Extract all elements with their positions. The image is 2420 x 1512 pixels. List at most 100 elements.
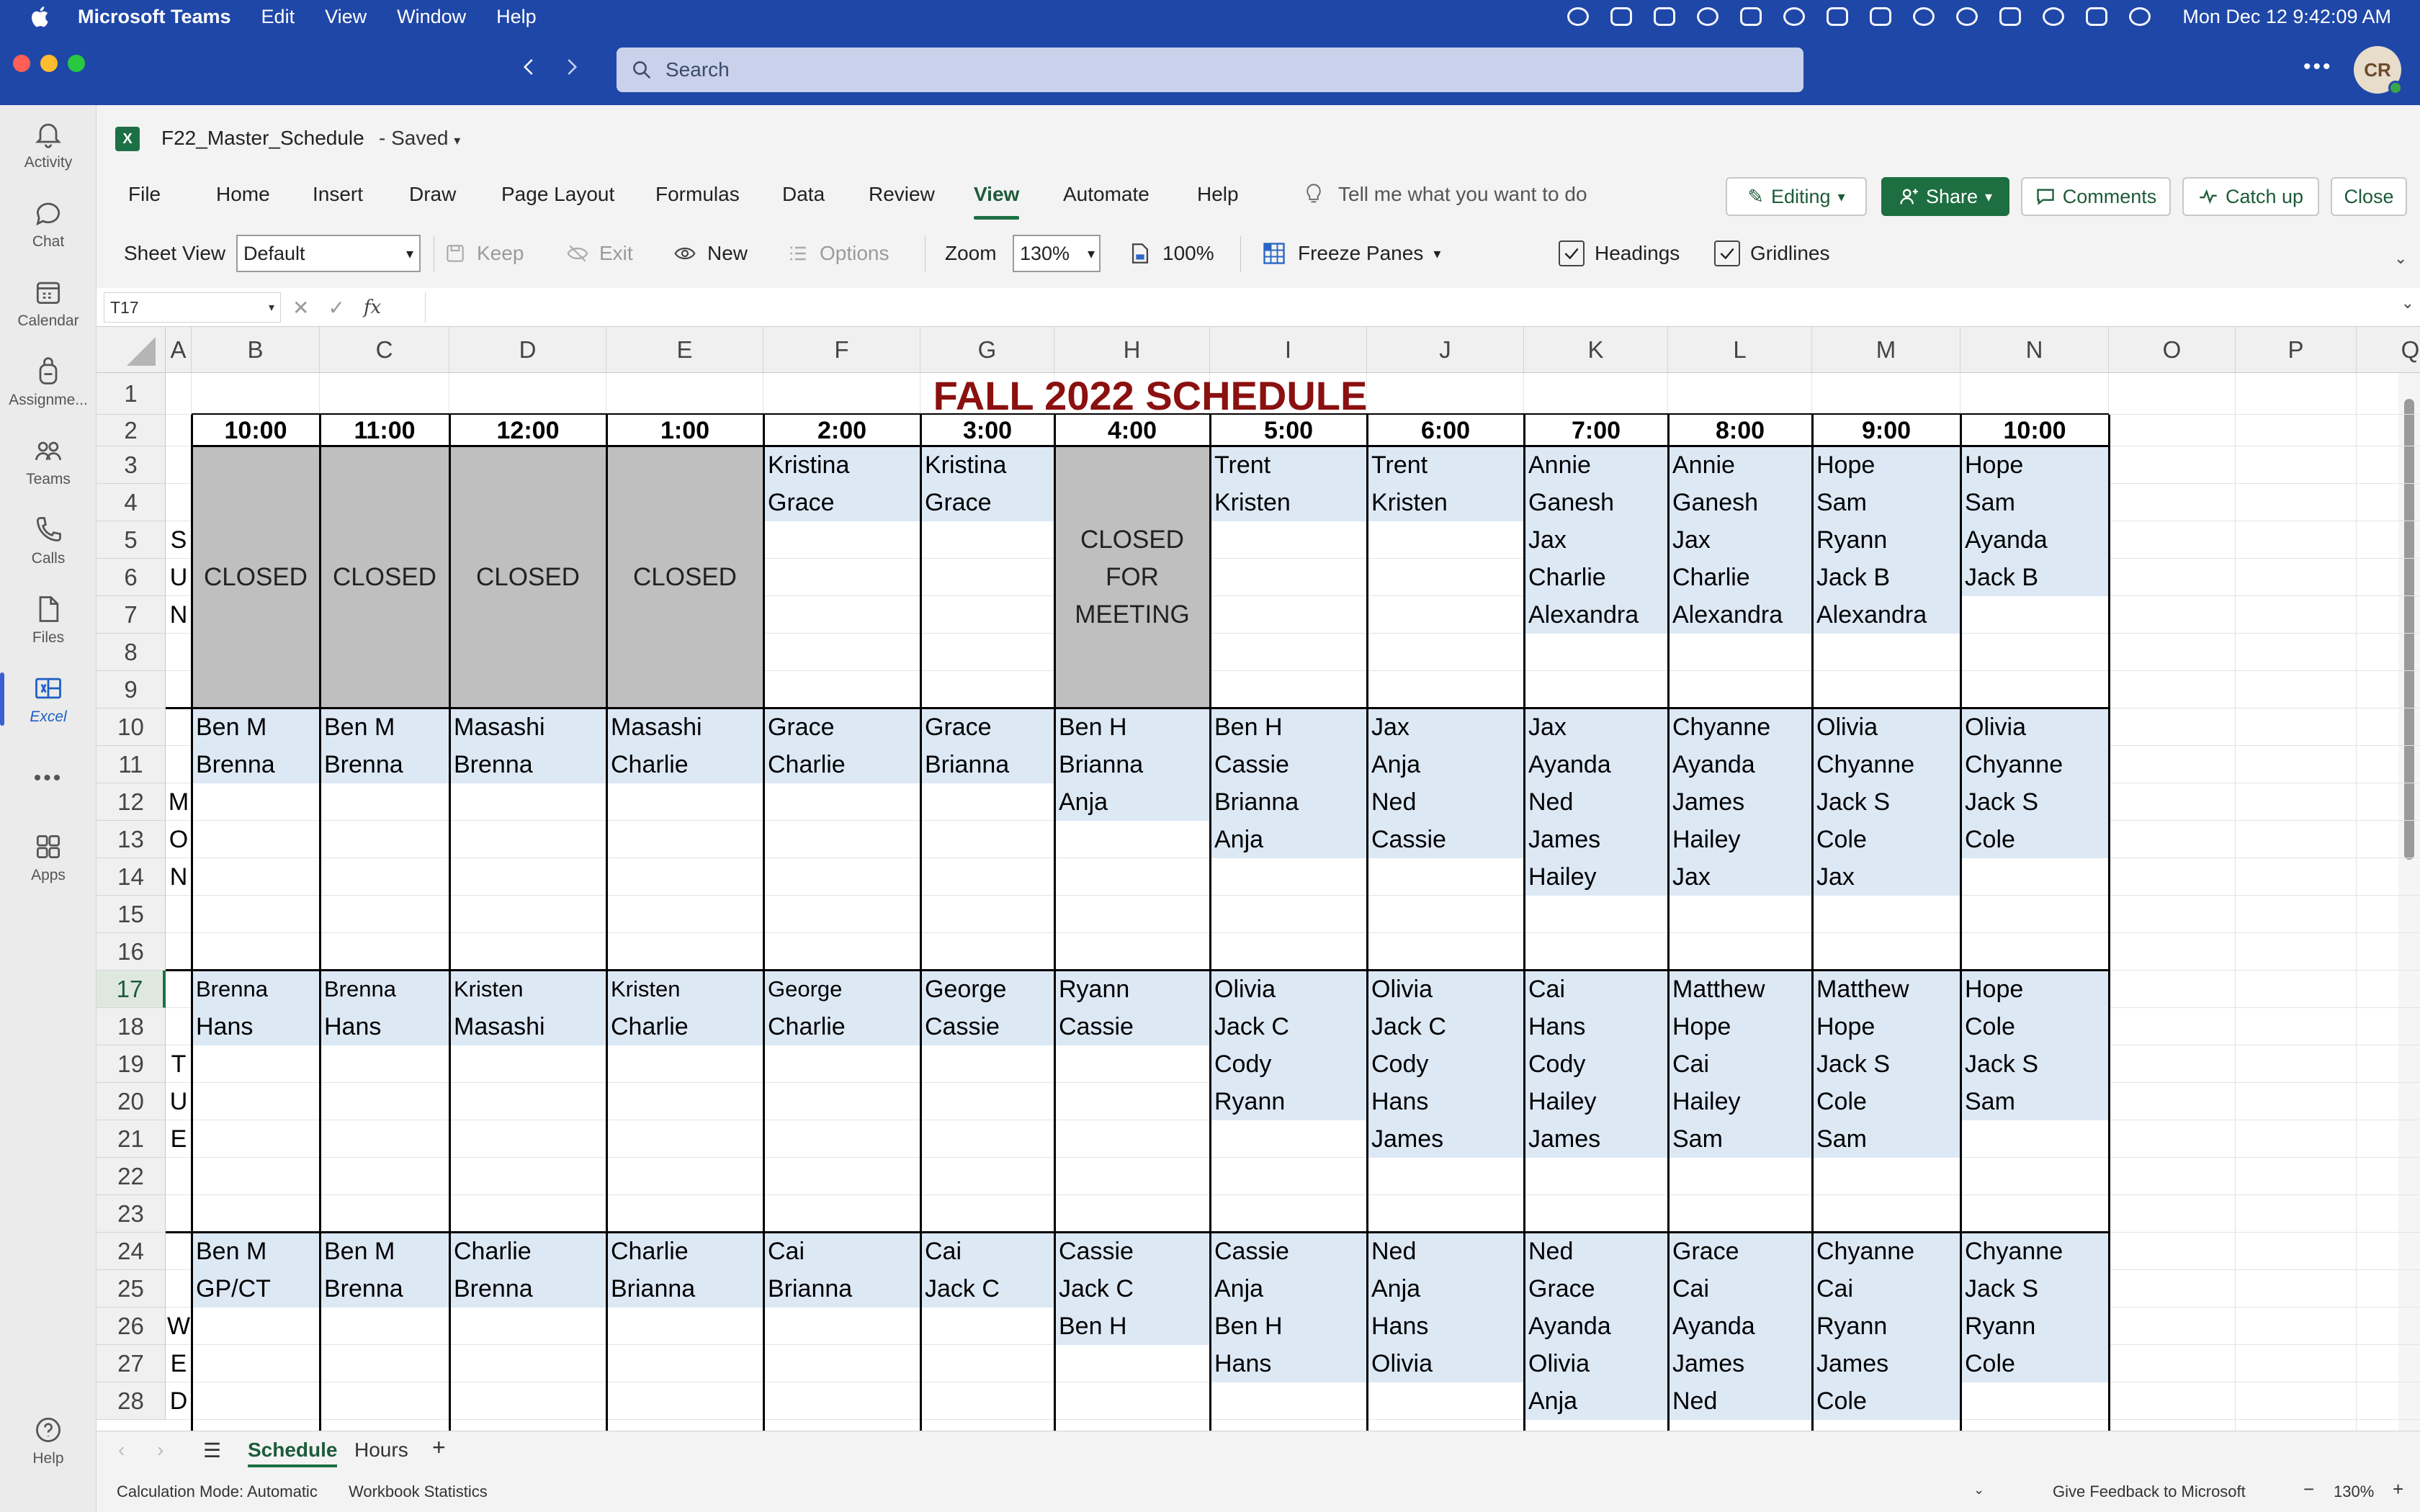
column-header[interactable]: F	[763, 327, 920, 373]
row-header[interactable]: 12	[97, 783, 166, 821]
column-header[interactable]: C	[320, 327, 449, 373]
zoom-dropdown[interactable]: 130% ▾	[1013, 235, 1101, 272]
rail-item-activity[interactable]: Activity	[0, 105, 97, 184]
battery-icon[interactable]	[1870, 7, 1892, 26]
gridlines-checkbox[interactable]: Gridlines	[1714, 239, 1829, 268]
editing-mode-button[interactable]: ✎ Editing ▾	[1726, 177, 1867, 216]
share-button[interactable]: Share ▾	[1881, 177, 2009, 216]
chevron-down-icon[interactable]: ⌄	[1973, 1482, 1984, 1498]
column-header[interactable]: L	[1668, 327, 1812, 373]
menubar-clock[interactable]: Mon Dec 12 9:42:09 AM	[2182, 6, 2391, 28]
sheet-view-dropdown[interactable]: Default ▾	[236, 235, 421, 272]
calc-mode-status[interactable]: Calculation Mode: Automatic	[117, 1482, 318, 1501]
row-header[interactable]: 27	[97, 1345, 166, 1382]
tab-file[interactable]: File	[128, 183, 161, 206]
keep-button[interactable]: Keep	[444, 239, 524, 268]
row-header[interactable]: 4	[97, 484, 166, 521]
keyboard-icon[interactable]	[1740, 7, 1762, 26]
rail-item-chat[interactable]: Chat	[0, 184, 97, 264]
file-saved-status[interactable]: - Saved ▾	[379, 127, 460, 150]
more-options-icon[interactable]: •••	[2303, 55, 2333, 79]
tab-formulas[interactable]: Formulas	[655, 183, 740, 206]
row-header[interactable]: 19	[97, 1045, 166, 1083]
expand-formula-icon[interactable]: ⌄	[2401, 294, 2414, 312]
tab-help[interactable]: Help	[1197, 183, 1239, 206]
row-header[interactable]: 1	[97, 373, 166, 415]
rail-item-help[interactable]: Help	[0, 1401, 97, 1480]
tab-draw[interactable]: Draw	[409, 183, 456, 206]
menu-view[interactable]: View	[325, 6, 367, 28]
row-header[interactable]: 7	[97, 596, 166, 634]
select-all-corner[interactable]	[97, 327, 166, 373]
row-header[interactable]: 15	[97, 896, 166, 933]
row-header[interactable]: 18	[97, 1008, 166, 1045]
row-header[interactable]: 21	[97, 1120, 166, 1158]
menu-app-name[interactable]: Microsoft Teams	[78, 6, 231, 28]
zoom-level[interactable]: 130%	[2334, 1482, 2374, 1501]
bluetooth-icon[interactable]	[1827, 7, 1849, 26]
row-header[interactable]: 5	[97, 521, 166, 559]
column-header[interactable]: H	[1054, 327, 1210, 373]
insert-function-icon[interactable]: fx	[364, 297, 381, 318]
row-header[interactable]: 6	[97, 559, 166, 596]
workbook-statistics-button[interactable]: Workbook Statistics	[349, 1482, 488, 1501]
search-bar[interactable]: Search	[617, 48, 1803, 92]
comments-button[interactable]: Comments	[2021, 177, 2171, 216]
tab-home[interactable]: Home	[216, 183, 270, 206]
column-header[interactable]: M	[1812, 327, 1960, 373]
sheet-tab-schedule[interactable]: Schedule	[248, 1439, 338, 1467]
row-header[interactable]: 11	[97, 746, 166, 783]
column-header[interactable]: P	[2236, 327, 2357, 373]
column-header[interactable]: Q	[2357, 327, 2420, 373]
catch-up-button[interactable]: Catch up	[2182, 177, 2319, 216]
spreadsheet-grid[interactable]: A B C D E F G H I J K L M N O P Q 1 2 3 4 5 6 7 8 9 10 11 12 13 14 15 16…	[97, 327, 2420, 1431]
avatar[interactable]: CR	[2354, 46, 2403, 95]
siri-icon[interactable]	[2129, 7, 2151, 26]
column-header[interactable]: I	[1210, 327, 1367, 373]
close-button[interactable]: Close	[2331, 177, 2407, 216]
next-sheet-icon[interactable]: ›	[157, 1439, 163, 1462]
row-header[interactable]: 28	[97, 1382, 166, 1420]
column-header[interactable]: D	[449, 327, 606, 373]
row-header[interactable]: 20	[97, 1083, 166, 1120]
exit-button[interactable]: Exit	[566, 239, 633, 268]
cancel-icon[interactable]: ✕	[292, 296, 309, 320]
freeze-panes-button[interactable]: Freeze Panes ▾	[1260, 239, 1440, 268]
apple-logo-icon[interactable]	[29, 4, 53, 29]
row-header[interactable]: 17	[97, 971, 166, 1008]
tab-page-layout[interactable]: Page Layout	[501, 183, 614, 206]
column-header[interactable]: O	[2109, 327, 2236, 373]
wifi-icon[interactable]	[1913, 7, 1935, 26]
column-header[interactable]: E	[606, 327, 763, 373]
tab-review[interactable]: Review	[869, 183, 935, 206]
search-input[interactable]: Search	[666, 58, 730, 81]
row-header[interactable]: 16	[97, 933, 166, 971]
column-header[interactable]: J	[1367, 327, 1524, 373]
tell-me-search[interactable]: Tell me what you want to do	[1304, 183, 1587, 206]
options-button[interactable]: Options	[786, 239, 889, 268]
zoom-100-button[interactable]: 100%	[1128, 239, 1214, 268]
rail-item-more[interactable]: •••	[0, 739, 97, 818]
zoom-out-icon[interactable]: −	[2303, 1478, 2314, 1500]
window-zoom-button[interactable]	[68, 55, 85, 72]
row-header[interactable]: 3	[97, 446, 166, 484]
collapse-ribbon-icon[interactable]: ⌄	[2394, 249, 2407, 268]
menu-help[interactable]: Help	[496, 6, 537, 28]
row-header[interactable]: 24	[97, 1233, 166, 1270]
all-sheets-menu-icon[interactable]: ☰	[203, 1439, 221, 1462]
tab-view[interactable]: View	[974, 183, 1020, 220]
feedback-link[interactable]: Give Feedback to Microsoft	[2053, 1482, 2246, 1501]
zoom-in-icon[interactable]: +	[2393, 1478, 2403, 1500]
column-header[interactable]: B	[192, 327, 320, 373]
confirm-icon[interactable]: ✓	[328, 296, 344, 320]
rail-item-excel[interactable]: Excel	[0, 660, 97, 739]
row-header[interactable]: 23	[97, 1195, 166, 1233]
prev-sheet-icon[interactable]: ‹	[118, 1439, 125, 1462]
column-header[interactable]: A	[166, 327, 192, 373]
column-header[interactable]: G	[920, 327, 1054, 373]
file-title[interactable]: F22_Master_Schedule	[161, 127, 364, 150]
menu-window[interactable]: Window	[397, 6, 466, 28]
rail-item-calls[interactable]: Calls	[0, 501, 97, 580]
rail-item-apps[interactable]: Apps	[0, 818, 97, 897]
vertical-scrollbar[interactable]	[2398, 373, 2420, 1431]
